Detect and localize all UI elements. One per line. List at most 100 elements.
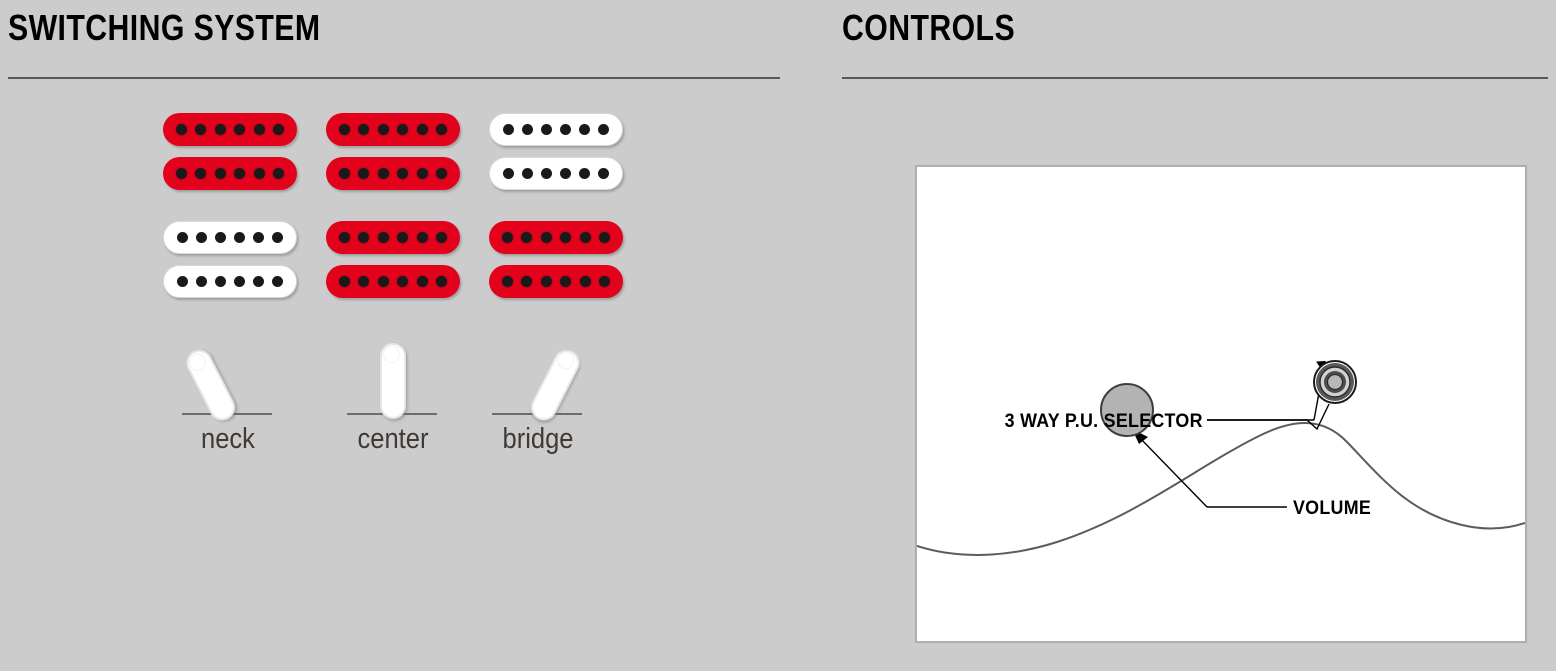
pickup-neck-top[interactable] [163, 113, 297, 190]
pole-piece [503, 124, 514, 135]
pole-piece [377, 124, 389, 135]
pole-piece [234, 276, 245, 287]
pickup-center-top[interactable] [326, 113, 460, 190]
pole-piece [435, 276, 447, 287]
pole-piece [215, 276, 226, 287]
pole-piece [435, 168, 447, 179]
pole-piece [234, 124, 246, 135]
pole-piece [598, 168, 609, 179]
pole-piece [503, 168, 514, 179]
pickup-bridge-bottom[interactable] [489, 221, 623, 298]
pole-piece [502, 276, 513, 287]
pole-piece [272, 232, 283, 243]
page-title-controls: CONTROLS [842, 7, 1016, 48]
pole-piece [272, 168, 284, 179]
pole-piece [397, 232, 409, 243]
page-root: SWITCHING SYSTEM neck center bridge CONT… [0, 0, 1556, 671]
pole-piece [253, 168, 265, 179]
pole-piece [435, 232, 447, 243]
pole-piece [560, 168, 571, 179]
pickup-coil-bottom [326, 265, 460, 298]
pole-piece [339, 232, 350, 243]
pole-piece [176, 124, 187, 135]
divider-controls [842, 77, 1548, 79]
switch-center[interactable]: center [313, 325, 473, 460]
pole-piece [397, 168, 409, 179]
switch-lever-row: neck center bridge [163, 325, 633, 460]
pickup-coil-top [163, 221, 297, 254]
pole-piece [176, 168, 187, 179]
pole-piece [234, 168, 246, 179]
pole-piece [560, 124, 571, 135]
pole-piece [435, 124, 447, 135]
divider-switching [8, 77, 780, 79]
pole-piece [253, 232, 264, 243]
pole-piece [377, 276, 389, 287]
pole-piece [253, 276, 264, 287]
pickup-coil-bottom [163, 265, 297, 298]
pole-piece [416, 168, 428, 179]
pole-piece [541, 168, 552, 179]
switch-lever-icon[interactable] [380, 343, 406, 419]
switch-label-bridge: bridge [502, 423, 574, 455]
pickup-coil-top [489, 221, 623, 254]
switch-bridge[interactable]: bridge [458, 325, 618, 460]
controls-diagram-panel: 3 WAY P.U. SELECTOR VOLUME [915, 165, 1527, 643]
guitar-body-outline [917, 422, 1525, 556]
pole-piece [195, 168, 207, 179]
pole-piece [397, 276, 409, 287]
callout-label-selector: 3 WAY P.U. SELECTOR [1005, 409, 1203, 431]
pole-piece [560, 276, 572, 287]
pole-piece [214, 168, 226, 179]
lever-tip-icon [555, 350, 577, 371]
pole-piece [196, 232, 207, 243]
callout-leader-selector [1207, 403, 1330, 431]
pole-piece [339, 276, 350, 287]
pickup-coil-top [163, 113, 297, 146]
pickup-coil-bottom [489, 157, 623, 190]
pole-piece [598, 124, 609, 135]
pickup-center-bottom[interactable] [326, 221, 460, 298]
page-title-switching-system: SWITCHING SYSTEM [8, 7, 321, 48]
switch-neck[interactable]: neck [148, 325, 308, 460]
pole-piece [253, 124, 265, 135]
pickup-coil-top [489, 113, 623, 146]
pole-piece [521, 232, 533, 243]
pole-piece [598, 232, 610, 243]
pole-piece [214, 124, 226, 135]
pole-piece [502, 232, 513, 243]
pole-piece [397, 124, 409, 135]
pole-piece [579, 124, 590, 135]
pole-piece [416, 232, 428, 243]
pickup-neck-bottom[interactable] [163, 221, 297, 298]
pole-piece [195, 124, 207, 135]
pole-piece [234, 232, 245, 243]
pole-piece [272, 276, 283, 287]
pole-piece [416, 276, 428, 287]
pole-piece [560, 232, 572, 243]
callout-label-volume: VOLUME [1293, 496, 1371, 518]
pole-piece [416, 124, 428, 135]
pickup-coil-top [326, 113, 460, 146]
pole-piece [339, 168, 350, 179]
pickup-coil-bottom [326, 157, 460, 190]
pole-piece [579, 232, 591, 243]
switch-label-center: center [357, 423, 429, 455]
pole-piece [598, 276, 610, 287]
pickup-coil-top [326, 221, 460, 254]
pole-piece [272, 124, 284, 135]
pole-piece [177, 276, 188, 287]
pole-piece [358, 168, 370, 179]
pickup-bridge-top[interactable] [489, 113, 623, 190]
pole-piece [541, 124, 552, 135]
selector-knob [1313, 360, 1357, 404]
pole-piece [540, 232, 552, 243]
pickup-coil-bottom [163, 157, 297, 190]
pole-piece [579, 276, 591, 287]
pole-piece [521, 276, 533, 287]
pole-piece [358, 124, 370, 135]
pole-piece [196, 276, 207, 287]
pole-piece [377, 168, 389, 179]
pole-piece [522, 168, 533, 179]
pole-piece [377, 232, 389, 243]
